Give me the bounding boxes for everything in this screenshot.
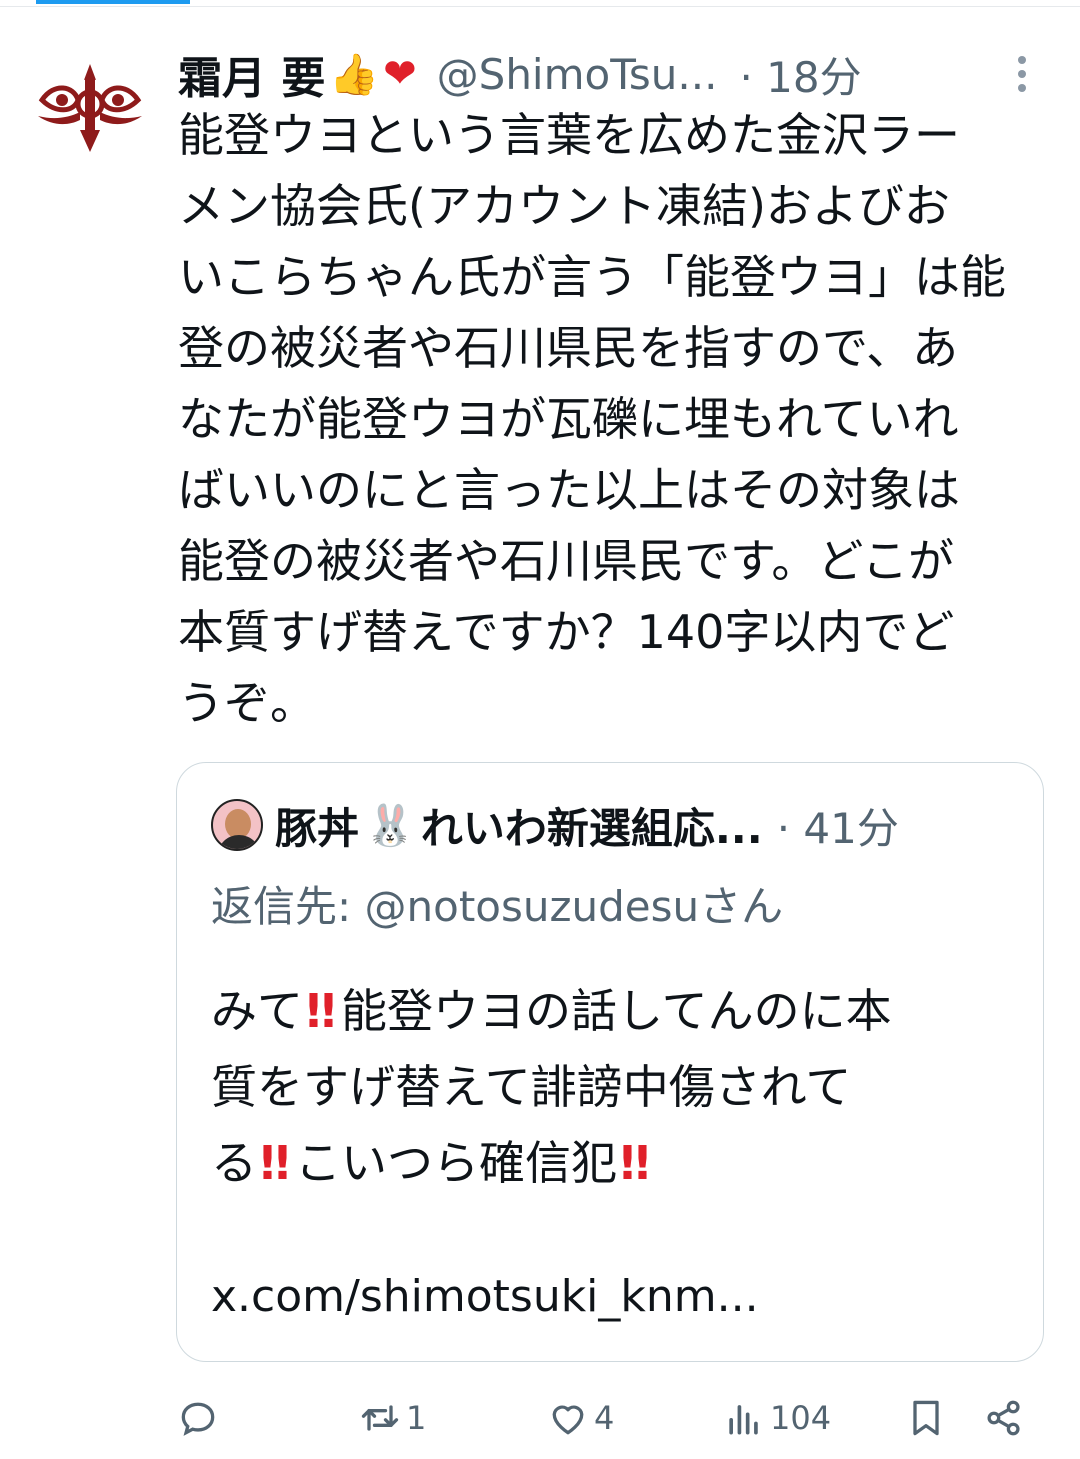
like-button[interactable]: 4 bbox=[546, 1390, 614, 1446]
double-exclamation-icon: !! bbox=[257, 1136, 293, 1190]
quoted-author-name-rest: れいわ新選組応... bbox=[420, 803, 763, 853]
quoted-author-avatar bbox=[211, 799, 263, 851]
tweet-text-line: 登の被災者や石川県民を指すので、あ bbox=[178, 321, 959, 375]
quoted-tweet-text: みて!! 能登ウヨの話してんのに本 質をすげ替えて誹謗中傷されて る!! こいつら確… bbox=[211, 973, 892, 1201]
tweet-text-line: いこらちゃん氏が言う「能登ウヨ」は能 bbox=[178, 250, 1006, 304]
share-icon bbox=[987, 1400, 1020, 1436]
quoted-tweet-card[interactable]: 豚丼 🐰 れいわ新選組応... · 41分 返信先: @notosuzudesu… bbox=[176, 762, 1044, 1362]
tweet-text-line: 能登の被災者や石川県民です。どこが bbox=[178, 534, 955, 588]
quoted-text-segment: る bbox=[211, 1136, 257, 1190]
tweet-text: 能登ウヨという言葉を広めた金沢ラー メン協会氏(アカウント凍結)およびお いこら… bbox=[178, 100, 1048, 739]
views-button[interactable]: 104 bbox=[722, 1390, 831, 1446]
views-count: 104 bbox=[770, 1399, 832, 1437]
quoted-link[interactable]: x.com/shimotsuki_knm... bbox=[211, 1271, 759, 1322]
quoted-tweet-timestamp: · 41分 bbox=[776, 803, 899, 853]
heart-icon bbox=[552, 1405, 584, 1435]
tweet-text-line: うぞ。 bbox=[178, 676, 316, 730]
quoted-tweet-header: 豚丼 🐰 れいわ新選組応... · 41分 bbox=[211, 795, 899, 855]
bookmark-icon bbox=[913, 1400, 939, 1436]
emblem-icon bbox=[38, 64, 142, 152]
quoted-text-segment: 質をすげ替えて誹謗中傷されて bbox=[211, 1060, 852, 1114]
like-count: 4 bbox=[594, 1399, 615, 1437]
tweet-text-line: メン協会氏(アカウント凍結)およびお bbox=[178, 179, 950, 233]
reply-to-label: 返信先: @notosuzudesuさん bbox=[211, 882, 784, 931]
views-icon bbox=[729, 1405, 758, 1435]
top-divider bbox=[0, 0, 1080, 7]
action-bar: 1 4 104 bbox=[176, 1390, 1036, 1446]
tweet-header: 霜月 要 👍 ❤ @ShimoTsu... · 18分 bbox=[178, 40, 1048, 108]
rabbit-icon: 🐰 bbox=[365, 802, 415, 849]
more-options-icon[interactable] bbox=[1010, 52, 1034, 96]
author-avatar[interactable] bbox=[34, 60, 146, 152]
tweet-text-line: 本質すげ替えですか？140字以内でど bbox=[178, 605, 955, 659]
heart-emoji-icon: ❤ bbox=[383, 51, 417, 97]
tweet-text-line: ばいいのにと言った以上はその対象は bbox=[178, 463, 960, 517]
retweet-icon bbox=[361, 1405, 399, 1431]
quoted-author-name: 豚丼 bbox=[275, 803, 360, 853]
tweet-text-line: なたが能登ウヨが瓦礫に埋もれていれ bbox=[178, 392, 959, 446]
tweet-text-line: 能登ウヨという言葉を広めた金沢ラー bbox=[178, 108, 960, 162]
quoted-text-segment: こいつら確信犯 bbox=[294, 1136, 617, 1190]
retweet-button[interactable]: 1 bbox=[358, 1390, 426, 1446]
tab-indicator bbox=[36, 0, 190, 4]
quoted-text-segment: 能登ウヨの話してんのに本 bbox=[340, 984, 892, 1038]
quoted-text-segment: みて bbox=[211, 984, 303, 1038]
thumbs-up-icon: 👍 bbox=[329, 51, 380, 98]
bookmark-button[interactable] bbox=[904, 1390, 948, 1446]
double-exclamation-icon: !! bbox=[303, 984, 339, 1038]
tweet-timestamp[interactable]: · 18分 bbox=[739, 44, 861, 105]
reply-button[interactable] bbox=[176, 1390, 224, 1446]
double-exclamation-icon: !! bbox=[616, 1136, 653, 1190]
share-button[interactable] bbox=[982, 1390, 1026, 1446]
author-name[interactable]: 霜月 要 bbox=[178, 42, 325, 106]
author-handle[interactable]: @ShimoTsu... bbox=[437, 50, 718, 99]
reply-icon bbox=[181, 1402, 215, 1436]
retweet-count: 1 bbox=[406, 1399, 427, 1437]
